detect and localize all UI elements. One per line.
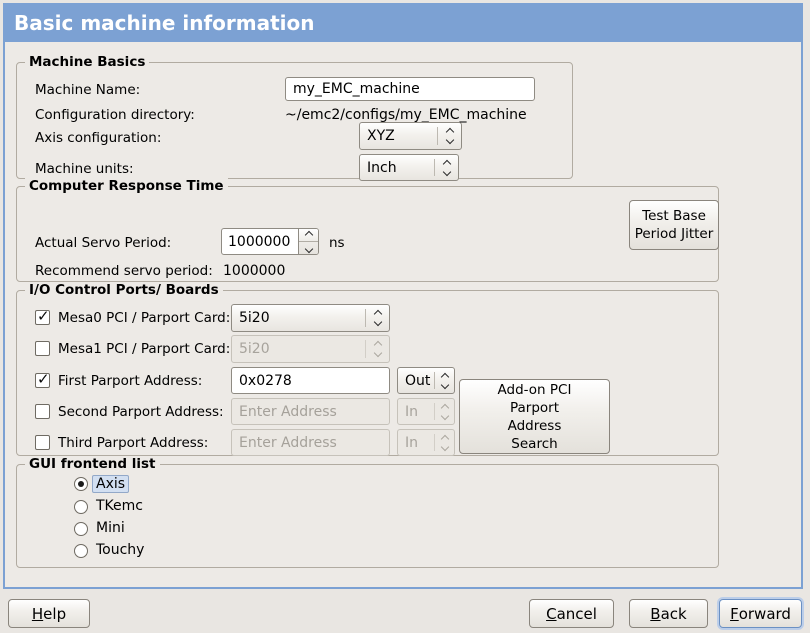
forward-button[interactable]: Forward: [719, 599, 802, 628]
group-io-ports: I/O Control Ports/ Boards Mesa0 PCI / Pa…: [16, 290, 719, 456]
third-parport-label: Third Parport Address:: [58, 435, 208, 451]
mesa0-checkbox[interactable]: [35, 310, 50, 325]
radio-touchy[interactable]: [74, 544, 88, 558]
group-response-time: Computer Response Time Test Base Period …: [16, 186, 719, 282]
servo-period-value: 1000000: [222, 229, 298, 254]
config-dir-value: ~/emc2/configs/my_EMC_machine: [285, 107, 527, 123]
chevron-up-down-icon: [435, 155, 458, 180]
title-bar: Basic machine information: [3, 3, 803, 42]
machine-name-input[interactable]: [285, 77, 535, 101]
chevron-up-down-icon: [435, 430, 454, 455]
recommend-period-value: 1000000: [223, 263, 285, 279]
chevron-up-icon: [304, 230, 312, 238]
group-response-time-title: Computer Response Time: [25, 178, 228, 194]
second-parport-address-input[interactable]: [231, 398, 390, 425]
group-gui-frontend: GUI frontend list Axis TKemc Mini Touchy: [16, 464, 719, 568]
first-parport-checkbox[interactable]: [35, 373, 50, 388]
second-parport-direction-select[interactable]: In: [397, 398, 455, 425]
config-dir-label: Configuration directory:: [35, 107, 195, 123]
radio-tkemc-label[interactable]: TKemc: [96, 498, 143, 514]
second-parport-checkbox[interactable]: [35, 404, 50, 419]
machine-units-select[interactable]: Inch: [359, 154, 459, 181]
radio-tkemc[interactable]: [74, 500, 88, 514]
back-button[interactable]: Back: [629, 599, 708, 628]
chevron-up-down-icon: [435, 399, 454, 424]
group-machine-basics: Machine Basics Machine Name: Configurati…: [16, 62, 573, 179]
third-parport-address-input[interactable]: [231, 429, 390, 456]
second-parport-label: Second Parport Address:: [58, 404, 224, 420]
third-parport-direction-select[interactable]: In: [397, 429, 455, 456]
spin-up-button[interactable]: [299, 229, 318, 241]
mesa1-label: Mesa1 PCI / Parport Card:: [58, 341, 230, 357]
first-parport-direction-select[interactable]: Out: [397, 367, 455, 394]
help-button[interactable]: Help: [8, 599, 90, 628]
chevron-up-down-icon: [435, 368, 454, 393]
test-base-period-jitter-button[interactable]: Test Base Period Jitter: [629, 200, 719, 250]
first-parport-address-input[interactable]: [231, 367, 390, 394]
axis-config-label: Axis configuration:: [35, 130, 161, 146]
radio-axis[interactable]: [74, 477, 88, 491]
machine-units-label: Machine units:: [35, 161, 134, 177]
chevron-up-down-icon: [438, 123, 461, 149]
group-io-ports-title: I/O Control Ports/ Boards: [25, 282, 223, 298]
chevron-down-icon: [304, 244, 312, 252]
machine-units-selected-value: Inch: [360, 155, 434, 180]
group-gui-frontend-title: GUI frontend list: [25, 456, 160, 472]
servo-period-spinbox[interactable]: 1000000: [221, 228, 319, 255]
addon-pci-parport-search-button[interactable]: Add-on PCI Parport Address Search: [459, 379, 610, 454]
radio-mini-label[interactable]: Mini: [96, 520, 125, 536]
chevron-up-down-icon: [366, 305, 389, 331]
servo-period-label: Actual Servo Period:: [35, 235, 171, 251]
mesa1-card-select[interactable]: 5i20: [231, 335, 390, 363]
radio-axis-label[interactable]: Axis: [92, 475, 129, 493]
recommend-period-label: Recommend servo period:: [35, 263, 213, 279]
group-machine-basics-title: Machine Basics: [25, 54, 149, 70]
mesa1-checkbox[interactable]: [35, 341, 50, 356]
first-parport-label: First Parport Address:: [58, 373, 202, 389]
cancel-button[interactable]: Cancel: [529, 599, 614, 628]
mesa0-card-select[interactable]: 5i20: [231, 304, 390, 332]
machine-name-label: Machine Name:: [35, 82, 140, 98]
third-parport-checkbox[interactable]: [35, 435, 50, 450]
servo-period-unit: ns: [329, 235, 345, 251]
axis-config-selected-value: XYZ: [360, 123, 437, 149]
mesa0-label: Mesa0 PCI / Parport Card:: [58, 310, 230, 326]
chevron-up-down-icon: [366, 336, 389, 362]
radio-mini[interactable]: [74, 522, 88, 536]
spin-down-button[interactable]: [299, 241, 318, 254]
page-title: Basic machine information: [14, 11, 315, 35]
radio-touchy-label[interactable]: Touchy: [96, 542, 144, 558]
axis-config-select[interactable]: XYZ: [359, 122, 462, 150]
